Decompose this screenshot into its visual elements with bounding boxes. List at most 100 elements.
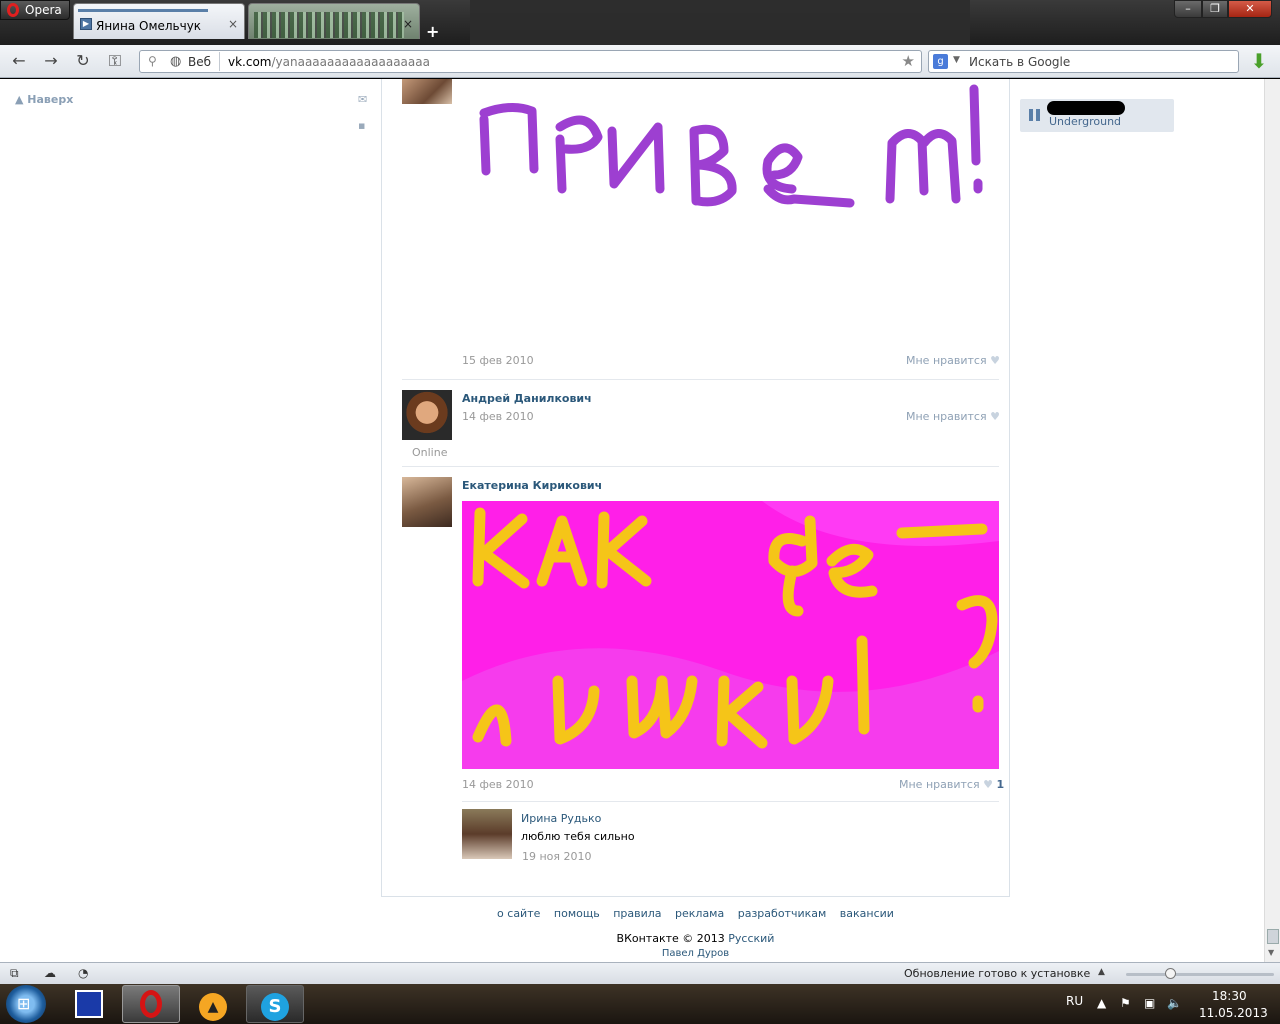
windows-taskbar: ⊞ ▲ S RU ▲ ⚑ ▣ 🔈 18:30 11.05.2013 [0, 984, 1280, 1024]
track-title[interactable]: Underground [1049, 115, 1121, 128]
like-label: Мне нравится [906, 410, 987, 423]
update-status[interactable]: Обновление готово к установке [904, 967, 1090, 980]
post-author[interactable]: Екатерина Кирикович [462, 479, 602, 492]
like-button[interactable]: Мне нравится ♥ [906, 354, 1000, 367]
avatar[interactable] [402, 390, 452, 440]
post-date[interactable]: 14 фев 2010 [462, 778, 534, 791]
taskbar-opera[interactable] [122, 985, 180, 1023]
speedometer-icon[interactable]: ◔ [78, 966, 88, 980]
avatar[interactable] [402, 477, 452, 527]
opera-menu-button[interactable]: Opera [0, 0, 70, 20]
pin-icon[interactable]: ⚲ [148, 54, 157, 68]
post-author[interactable]: Андрей Данилкович [462, 392, 592, 405]
footer-link-jobs[interactable]: вакансии [840, 907, 894, 920]
action-center-icon[interactable]: ⚑ [1120, 996, 1131, 1010]
footer-copyright: ВКонтакте © 2013 Русский [381, 932, 1010, 945]
clock-date[interactable]: 11.05.2013 [1199, 1006, 1268, 1020]
vertical-scrollbar[interactable]: ▼ [1264, 79, 1280, 962]
download-icon[interactable]: ⬇ [1248, 51, 1270, 73]
pause-icon[interactable] [1029, 109, 1040, 121]
audio-player[interactable]: Underground [1020, 99, 1174, 132]
tab-title: Янина Омельчук [96, 19, 202, 33]
address-path: /yanaaaaaaaaaaaaaaaaaa [271, 55, 430, 69]
avatar[interactable] [402, 79, 452, 104]
start-button[interactable]: ⊞ [6, 985, 46, 1023]
tab-thumbnail [254, 12, 404, 38]
address-field[interactable]: ⚲ ◍ Веб vk.com/yanaaaaaaaaaaaaaaaaaa ★ [139, 50, 922, 73]
post-divider [402, 379, 999, 380]
redacted-artist [1047, 101, 1125, 115]
opera-logo-icon [7, 3, 19, 17]
status-bar: ⧉ ☁ ◔ Обновление готово к установке ▲ [0, 962, 1280, 984]
footer-link-about[interactable]: о сайте [497, 907, 540, 920]
tray-expand-icon[interactable]: ▲ [1097, 996, 1106, 1010]
post-date[interactable]: 14 фев 2010 [462, 410, 534, 423]
network-icon[interactable]: ▣ [1144, 996, 1155, 1010]
scrollbar-thumb[interactable] [1267, 929, 1279, 944]
close-window-button[interactable]: ✕ [1228, 0, 1272, 18]
scroll-down-icon[interactable]: ▼ [1268, 948, 1274, 957]
address-separator [219, 52, 220, 71]
footer-link-rules[interactable]: правила [613, 907, 661, 920]
windows-logo-icon: ⊞ [17, 994, 31, 1013]
vk-favicon-icon: ▶ [80, 18, 92, 30]
chevron-up-icon[interactable]: ▲ [1098, 967, 1105, 977]
tab-second[interactable]: × [248, 3, 420, 39]
zoom-slider-handle[interactable] [1164, 968, 1176, 979]
mail-icon[interactable]: ✉ [358, 93, 367, 106]
heart-icon: ♥ [990, 354, 1000, 367]
comment-avatar[interactable] [462, 809, 512, 859]
like-button[interactable]: Мне нравится ♥ [906, 410, 1000, 423]
tab-close-button[interactable]: × [228, 17, 238, 31]
chat-icon[interactable]: ▪ [358, 119, 365, 132]
volume-icon[interactable]: 🔈 [1167, 996, 1182, 1010]
address-host: vk.com [228, 55, 272, 69]
tab-close-button[interactable]: × [403, 17, 413, 31]
footer-link-help[interactable]: помощь [554, 907, 600, 920]
like-button[interactable]: Мне нравится ♥ 1 [899, 778, 1004, 791]
star-icon[interactable]: ★ [902, 52, 915, 70]
tab-yanina[interactable]: ▶ Янина Омельчук × [73, 3, 245, 39]
zoom-slider[interactable] [1126, 973, 1274, 976]
founder-link[interactable]: Павел Дуров [381, 948, 1010, 959]
search-placeholder: Искать в Google [969, 55, 1071, 69]
like-label: Мне нравится [899, 778, 980, 791]
taskbar-floppy-app[interactable] [60, 985, 118, 1023]
taskbar-aimp[interactable]: ▲ [184, 985, 242, 1023]
forward-icon[interactable]: → [40, 52, 62, 70]
key-icon[interactable]: ⚿ [104, 52, 126, 70]
new-tab-button[interactable]: + [426, 22, 439, 41]
google-icon[interactable]: g [933, 54, 948, 69]
address-text[interactable]: vk.com/yanaaaaaaaaaaaaaaaaaa [228, 55, 430, 69]
site-info-label[interactable]: Веб [188, 55, 211, 69]
taskbar-skype[interactable]: S [246, 985, 304, 1023]
panel-icon[interactable]: ⧉ [10, 966, 19, 981]
to-top-link[interactable]: ▲ Наверх [15, 93, 73, 106]
footer-links: о сайте помощь правила реклама разработч… [381, 907, 1010, 920]
search-field[interactable]: g ▼ Искать в Google [928, 50, 1239, 73]
comment-divider [462, 801, 999, 802]
opera-menu-label: Opera [25, 3, 62, 17]
like-label: Мне нравится [906, 354, 987, 367]
post-date[interactable]: 15 фев 2010 [462, 354, 534, 367]
to-top-label: Наверх [27, 93, 74, 106]
language-indicator[interactable]: RU [1066, 994, 1083, 1008]
title-bar: Opera ▶ Янина Омельчук × × + – ❐ ✕ [0, 0, 1280, 45]
chevron-down-icon[interactable]: ▼ [953, 55, 960, 65]
minimize-button[interactable]: – [1174, 0, 1202, 18]
heart-icon: ♥ [990, 410, 1000, 423]
graffiti-drawing[interactable] [462, 79, 999, 339]
comment-date[interactable]: 19 ноя 2010 [522, 850, 592, 863]
footer-link-ads[interactable]: реклама [675, 907, 724, 920]
comment-author[interactable]: Ирина Рудько [521, 812, 601, 825]
globe-icon: ◍ [170, 54, 182, 69]
cloud-icon[interactable]: ☁ [44, 966, 56, 980]
navigation-bar: ← → ↻ ⚿ ⚲ ◍ Веб vk.com/yanaaaaaaaaaaaaaa… [0, 45, 1280, 78]
clock-time[interactable]: 18:30 [1212, 989, 1247, 1003]
back-icon[interactable]: ← [8, 52, 30, 70]
graffiti-drawing[interactable] [462, 501, 999, 769]
language-link[interactable]: Русский [728, 932, 774, 945]
footer-link-developers[interactable]: разработчикам [738, 907, 827, 920]
reload-icon[interactable]: ↻ [72, 52, 94, 70]
maximize-button[interactable]: ❐ [1202, 0, 1228, 18]
